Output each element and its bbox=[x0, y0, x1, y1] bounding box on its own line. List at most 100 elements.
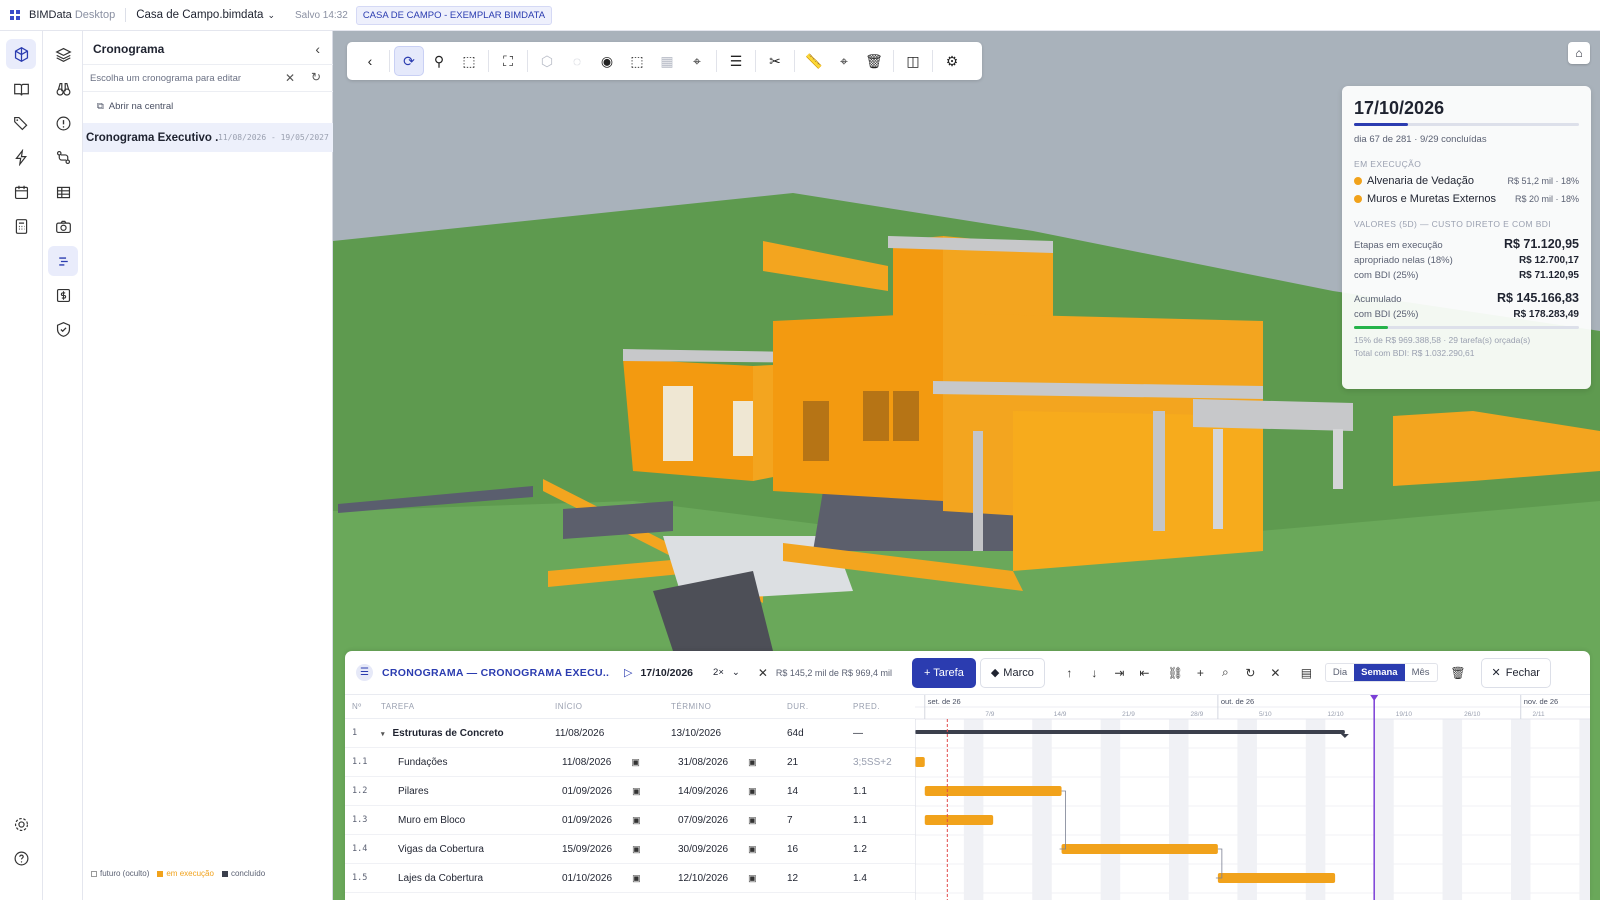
alert-icon[interactable] bbox=[48, 108, 78, 138]
camera-icon[interactable] bbox=[48, 211, 78, 241]
duration[interactable]: 16 bbox=[787, 844, 853, 855]
walk-icon[interactable]: ⚲ bbox=[424, 46, 454, 76]
indent-icon[interactable]: ⇥ bbox=[1107, 666, 1132, 680]
running-task[interactable]: Muros e Muretas Externos R$ 20 mil · 18% bbox=[1354, 193, 1579, 205]
calendar-icon[interactable]: ▣ bbox=[748, 873, 757, 883]
predecessor[interactable]: 1.4 bbox=[853, 873, 913, 884]
calendar-icon[interactable] bbox=[6, 177, 36, 207]
shield-check-icon[interactable] bbox=[48, 314, 78, 344]
schedule-list-item[interactable]: Cronograma Executivo ... 11/08/2026 - 19… bbox=[83, 123, 333, 152]
workflow-icon[interactable] bbox=[48, 142, 78, 172]
report-icon[interactable]: ▤ bbox=[1294, 666, 1319, 680]
calendar-icon[interactable]: ▣ bbox=[632, 786, 641, 796]
start-date[interactable]: 15/09/2026 ▣ bbox=[555, 844, 671, 855]
end-date[interactable]: 30/09/2026 ▣ bbox=[671, 844, 787, 855]
task-name[interactable]: ▾ Estruturas de Concreto bbox=[381, 728, 555, 739]
location-pin-icon[interactable]: ⌖ bbox=[682, 46, 712, 76]
end-date[interactable]: 14/09/2026 ▣ bbox=[671, 786, 787, 797]
schedule-search-input[interactable]: Escolha um cronograma para editar ✕ ↻ bbox=[83, 64, 333, 92]
help-icon[interactable] bbox=[6, 843, 36, 873]
task-name[interactable]: Fundações bbox=[381, 757, 555, 768]
home-view-icon[interactable]: ⌂ bbox=[1568, 42, 1590, 64]
book-icon[interactable] bbox=[6, 74, 36, 104]
schedule-icon[interactable] bbox=[48, 246, 78, 276]
trash-icon[interactable]: 🗑 bbox=[859, 46, 889, 76]
task-name[interactable]: Lajes da Cobertura bbox=[381, 873, 555, 884]
calendar-icon[interactable]: ▣ bbox=[748, 786, 757, 796]
task-name[interactable]: Vigas da Cobertura bbox=[381, 844, 555, 855]
predecessor[interactable]: 1.2 bbox=[853, 844, 913, 855]
hide-icon[interactable]: ◌ bbox=[562, 46, 592, 76]
view-week-button[interactable]: Semana bbox=[1354, 664, 1405, 681]
table-icon[interactable] bbox=[48, 177, 78, 207]
duration[interactable]: 7 bbox=[787, 815, 853, 826]
start-date[interactable]: 01/10/2026 ▣ bbox=[555, 873, 671, 884]
measure-icon[interactable]: 📏 bbox=[799, 46, 829, 76]
predecessor[interactable]: 1.1 bbox=[853, 815, 913, 826]
duration[interactable]: 64d bbox=[787, 728, 853, 739]
outdent-icon[interactable]: ⇤ bbox=[1132, 666, 1157, 680]
project-badge[interactable]: CASA DE CAMPO - EXEMPLAR BIMDATA bbox=[355, 5, 553, 25]
clear-icon[interactable]: ✕ bbox=[285, 71, 295, 85]
task-name[interactable]: Pilares bbox=[381, 786, 555, 797]
table-row-group[interactable]: 1 ▾ Estruturas de Concreto 11/08/2026 13/10/… bbox=[345, 719, 915, 748]
start-date[interactable]: 01/09/2026 ▣ bbox=[555, 786, 671, 797]
calendar-icon[interactable]: ▣ bbox=[632, 815, 641, 825]
add-icon[interactable]: + bbox=[1188, 666, 1213, 680]
collapse-panel-icon[interactable]: ‹ bbox=[315, 41, 320, 57]
trash-icon[interactable]: 🗑 bbox=[1446, 666, 1471, 680]
settings-gear-icon[interactable] bbox=[6, 809, 36, 839]
compare-icon[interactable]: ◫ bbox=[898, 46, 928, 76]
link-icon[interactable]: ⛓ bbox=[1163, 666, 1188, 680]
table-row[interactable]: 1.5 Lajes da Cobertura 01/10/2026 ▣ 12/10/20… bbox=[345, 864, 915, 893]
end-date[interactable]: 12/10/2026 ▣ bbox=[671, 873, 787, 884]
gantt-chart[interactable]: set. de 26 out. de 26 nov. de 26 7/9 14/9 21/… bbox=[915, 695, 1590, 900]
play-icon[interactable]: ▷ bbox=[624, 666, 632, 679]
running-task[interactable]: Alvenaria de Vedação R$ 51,2 mil · 18% bbox=[1354, 175, 1579, 187]
section-box-icon[interactable]: ⬚ bbox=[622, 46, 652, 76]
binoculars-icon[interactable]: ⌕ bbox=[1213, 665, 1238, 680]
back-icon[interactable]: ‹ bbox=[355, 46, 385, 76]
binoculars-icon[interactable] bbox=[48, 74, 78, 104]
view-month-button[interactable]: Mês bbox=[1405, 664, 1437, 681]
table-row[interactable]: 1.2 Pilares 01/09/2026 ▣ 14/09/2026 ▣ 14 1.1 bbox=[345, 777, 915, 806]
eye-icon[interactable]: ◉ bbox=[592, 46, 622, 76]
sync-icon[interactable]: ↻ bbox=[1238, 666, 1263, 680]
end-date[interactable]: 07/09/2026 ▣ bbox=[671, 815, 787, 826]
grid-icon[interactable]: ▦ bbox=[652, 46, 682, 76]
calendar-icon[interactable]: ▣ bbox=[632, 844, 641, 854]
predecessor[interactable]: 1.1 bbox=[853, 786, 913, 797]
calculator-icon[interactable] bbox=[6, 211, 36, 241]
start-date[interactable]: 11/08/2026 ▣ bbox=[555, 757, 671, 768]
start-date[interactable]: 01/09/2026 ▣ bbox=[555, 815, 671, 826]
duration[interactable]: 14 bbox=[787, 786, 853, 797]
calendar-icon[interactable]: ▣ bbox=[748, 815, 757, 825]
file-selector[interactable]: Casa de Campo.bimdata ⌄ bbox=[136, 9, 275, 21]
fullscreen-icon[interactable]: ⛶ bbox=[493, 46, 523, 76]
move-down-icon[interactable]: ↓ bbox=[1082, 666, 1107, 680]
calendar-icon[interactable]: ▣ bbox=[748, 844, 757, 854]
list-icon[interactable]: ☰ bbox=[721, 46, 751, 76]
add-milestone-button[interactable]: ◆ Marco bbox=[979, 657, 1045, 688]
settings-gear-icon[interactable]: ⚙ bbox=[937, 46, 967, 76]
move-up-icon[interactable]: ↑ bbox=[1057, 666, 1082, 680]
stop-playback-icon[interactable]: ✕ bbox=[758, 666, 768, 680]
target-icon[interactable]: ⌖ bbox=[829, 46, 859, 76]
tags-icon[interactable] bbox=[6, 108, 36, 138]
open-in-central-link[interactable]: ⧉ Abrir na central bbox=[97, 101, 173, 112]
cut-icon[interactable]: ✂ bbox=[760, 46, 790, 76]
end-date[interactable]: 13/10/2026 bbox=[671, 728, 787, 739]
calendar-icon[interactable]: ▣ bbox=[631, 757, 640, 767]
calendar-icon[interactable]: ▣ bbox=[748, 757, 757, 767]
orbit-icon[interactable]: ⟳ bbox=[394, 46, 424, 76]
add-task-button[interactable]: + Tarefa bbox=[911, 657, 976, 688]
task-name[interactable]: Muro em Bloco bbox=[381, 815, 555, 826]
model-cube-icon[interactable] bbox=[6, 39, 36, 69]
lightning-icon[interactable] bbox=[6, 142, 36, 172]
select-area-icon[interactable]: ⬚ bbox=[454, 46, 484, 76]
view-day-button[interactable]: Dia bbox=[1326, 664, 1354, 681]
layers-icon[interactable] bbox=[48, 39, 78, 69]
playback-date[interactable]: 17/10/2026 bbox=[640, 667, 693, 679]
predecessor[interactable]: 3;5SS+2 bbox=[853, 757, 913, 768]
duration[interactable]: 21 bbox=[787, 757, 853, 768]
